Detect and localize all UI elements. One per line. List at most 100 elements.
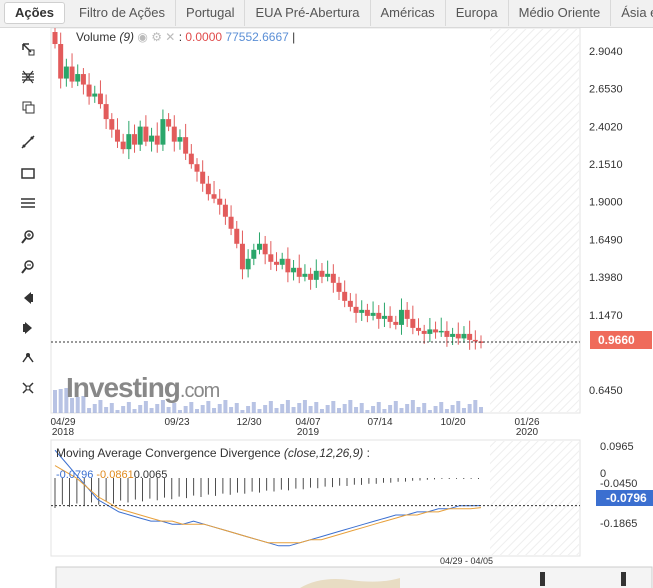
volume-bar xyxy=(331,401,336,413)
candle-body xyxy=(188,153,194,165)
candle-body xyxy=(393,321,399,325)
chart-canvas[interactable]: 2.9040 2.6530 2.4020 2.1510 1.9000 1.6490 1.39… xyxy=(0,28,653,588)
navigator-handle-right xyxy=(621,572,626,586)
histogram-value: 0.0065 xyxy=(133,469,168,481)
candle-body xyxy=(103,104,109,120)
volume-bar xyxy=(410,400,415,413)
macd-colon: : xyxy=(366,446,370,460)
volume-bar xyxy=(456,401,461,413)
market-tabs: Ações Filtro de Ações Portugal EUA Pré-Aber… xyxy=(0,0,653,28)
legend-controls-icon[interactable]: ◉ ⚙ ✕ xyxy=(137,30,175,44)
price-tick-label: 1.1470 xyxy=(589,310,623,322)
volume-bar xyxy=(388,405,393,413)
volume-bar xyxy=(422,403,427,413)
tab-filtro-de-a-es[interactable]: Filtro de Ações xyxy=(69,0,177,26)
candle-body xyxy=(177,137,183,142)
volume-bar xyxy=(314,402,319,413)
volume-bar xyxy=(439,402,444,413)
candle-body xyxy=(421,330,427,334)
candle-body xyxy=(410,318,416,328)
volume-bar xyxy=(263,405,268,413)
candle-body xyxy=(381,315,387,319)
candle-body xyxy=(52,32,58,45)
candle-body xyxy=(325,273,331,277)
candle-body xyxy=(109,119,115,130)
navigator-range: 04/29 - 04/05 xyxy=(440,556,494,566)
tab-eua-pr-abertura[interactable]: EUA Pré-Abertura xyxy=(245,0,371,26)
time-tick-label: 12/30 xyxy=(236,417,261,428)
last-price-badge: 0.9660 xyxy=(590,331,652,349)
candle-body xyxy=(444,330,450,337)
candle-body xyxy=(416,327,422,331)
candle-body xyxy=(75,74,81,82)
candle-body xyxy=(274,261,280,265)
investing-watermark: Investing.com xyxy=(66,372,220,404)
volume-bar xyxy=(302,400,307,413)
candle-body xyxy=(132,134,138,145)
candle-body xyxy=(376,312,382,319)
tab-portugal[interactable]: Portugal xyxy=(176,0,246,26)
time-tick-label: 09/23 xyxy=(164,417,189,428)
candle-body xyxy=(455,333,461,339)
volume-bar xyxy=(155,404,160,413)
candle-body xyxy=(427,329,433,334)
volume-bar xyxy=(109,403,114,413)
navigator-handle-left xyxy=(540,572,545,586)
candle-body xyxy=(359,309,365,313)
legend-cursor: | xyxy=(292,30,296,44)
tab-am-ricas[interactable]: Américas xyxy=(371,0,446,26)
candle-body xyxy=(433,329,439,333)
volume-bar xyxy=(291,407,296,413)
volume-bar xyxy=(138,405,143,413)
macd-line-value: -0.0796 xyxy=(56,469,94,481)
volume-bar xyxy=(337,408,341,413)
volume-bar xyxy=(359,403,364,413)
volume-bar xyxy=(308,406,313,413)
candle-body xyxy=(308,273,314,280)
volume-bar xyxy=(212,408,217,413)
candle-body xyxy=(336,282,342,292)
volume-bar xyxy=(53,390,57,413)
candle-body xyxy=(472,339,478,342)
time-tick-year: 2020 xyxy=(516,427,539,438)
tab--sia-e-oceania[interactable]: Ásia e Oceania xyxy=(611,0,653,26)
price-tick-label: 1.9000 xyxy=(589,197,623,209)
tab-europa[interactable]: Europa xyxy=(446,0,509,26)
volume-bar xyxy=(297,403,302,413)
time-tick-year: 2019 xyxy=(297,427,320,438)
candle-body xyxy=(69,66,75,82)
price-tick-label: 2.9040 xyxy=(589,46,623,58)
tab-m-dio-oriente[interactable]: Médio Oriente xyxy=(509,0,612,26)
candle-body xyxy=(347,300,353,307)
candle-body xyxy=(461,333,467,339)
volume-bar xyxy=(104,407,109,413)
volume-bar xyxy=(166,407,171,413)
volume-bar xyxy=(285,400,290,413)
candle-body xyxy=(160,119,166,145)
volume-bar xyxy=(217,404,222,413)
tab-a-es[interactable]: Ações xyxy=(4,2,66,24)
candle-body xyxy=(234,228,240,244)
candle-body xyxy=(143,126,149,142)
volume-bar xyxy=(200,405,205,413)
candle-body xyxy=(217,198,223,205)
volume-bar xyxy=(450,405,455,413)
candle-body xyxy=(256,243,262,250)
price-tick-label: 1.6490 xyxy=(589,234,623,246)
price-tick-label: 1.3980 xyxy=(589,272,623,284)
legend-value-2: 77552.6667 xyxy=(225,30,289,44)
volume-bar xyxy=(427,410,432,413)
volume-bar xyxy=(246,406,251,413)
volume-bar xyxy=(121,406,126,413)
volume-bar xyxy=(251,402,256,413)
volume-bar xyxy=(325,405,330,413)
macd-tick-label: -0.1865 xyxy=(600,518,637,530)
candle-body xyxy=(296,267,302,277)
candle-body xyxy=(251,249,257,259)
volume-bar xyxy=(195,409,199,413)
macd-params: (close,12,26,9) xyxy=(283,446,364,460)
volume-bar xyxy=(444,409,449,413)
time-tick-label: 07/14 xyxy=(367,417,392,428)
watermark-text: Investing xyxy=(66,372,181,403)
candle-body xyxy=(285,258,291,273)
